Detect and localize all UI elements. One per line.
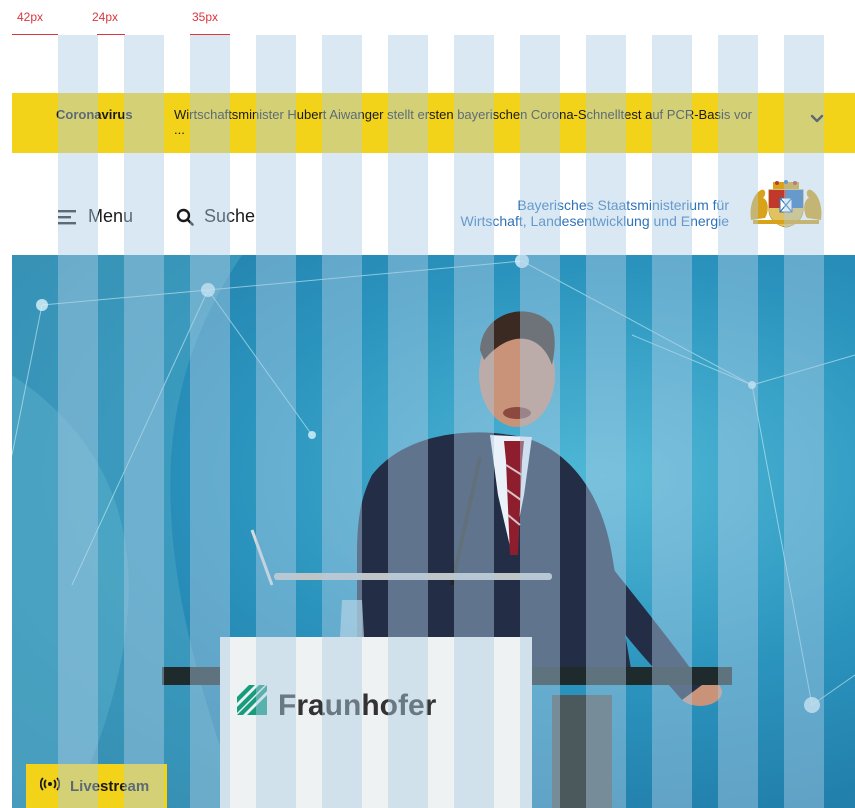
bavarian-crest-icon[interactable]: [747, 180, 825, 228]
menu-label: Menu: [88, 206, 134, 226]
measure-label-gutter: 24px: [92, 10, 119, 24]
livestream-label: Livestream: [70, 777, 150, 795]
broadcast-icon: [39, 777, 61, 795]
site-header: Menu Suche Bayerisches Staatsministerium…: [12, 153, 855, 255]
hero-image: Fraunhofer Livestream: [12, 255, 855, 808]
banner-tag: Coronavirus: [56, 107, 133, 122]
measure-line-gutter: [97, 34, 125, 35]
grid-measurements: 42px 24px 35px: [0, 0, 855, 40]
search-label: Suche: [204, 206, 256, 226]
podium-text: Fraunhofer: [278, 689, 437, 722]
corona-banner[interactable]: Coronavirus Wirtschaftsminister Hubert A…: [12, 93, 855, 153]
menu-button[interactable]: Menu: [58, 206, 133, 227]
measure-line-column: [190, 34, 230, 35]
podium-logo-text: Fraunhofer: [278, 689, 436, 723]
hero-photo-illustration: [12, 255, 855, 808]
measure-line-margin: [12, 34, 58, 35]
search-icon: [176, 208, 194, 226]
banner-text[interactable]: Wirtschaftsminister Hubert Aiwanger stel…: [174, 107, 754, 137]
ministry-line-1: Bayerisches Staatsministerium für: [517, 197, 729, 213]
menu-icon: [58, 209, 78, 225]
ministry-line-2: Wirtschaft, Landesentwicklung und Energi…: [460, 213, 729, 229]
search-button[interactable]: Suche: [176, 206, 255, 227]
measure-label-margin: 42px: [17, 10, 44, 24]
livestream-button[interactable]: Livestream: [26, 764, 168, 808]
measure-label-column: 35px: [192, 10, 219, 24]
ministry-name[interactable]: Bayerisches Staatsministerium für Wirtsc…: [461, 197, 729, 229]
chevron-down-icon[interactable]: [807, 109, 827, 129]
